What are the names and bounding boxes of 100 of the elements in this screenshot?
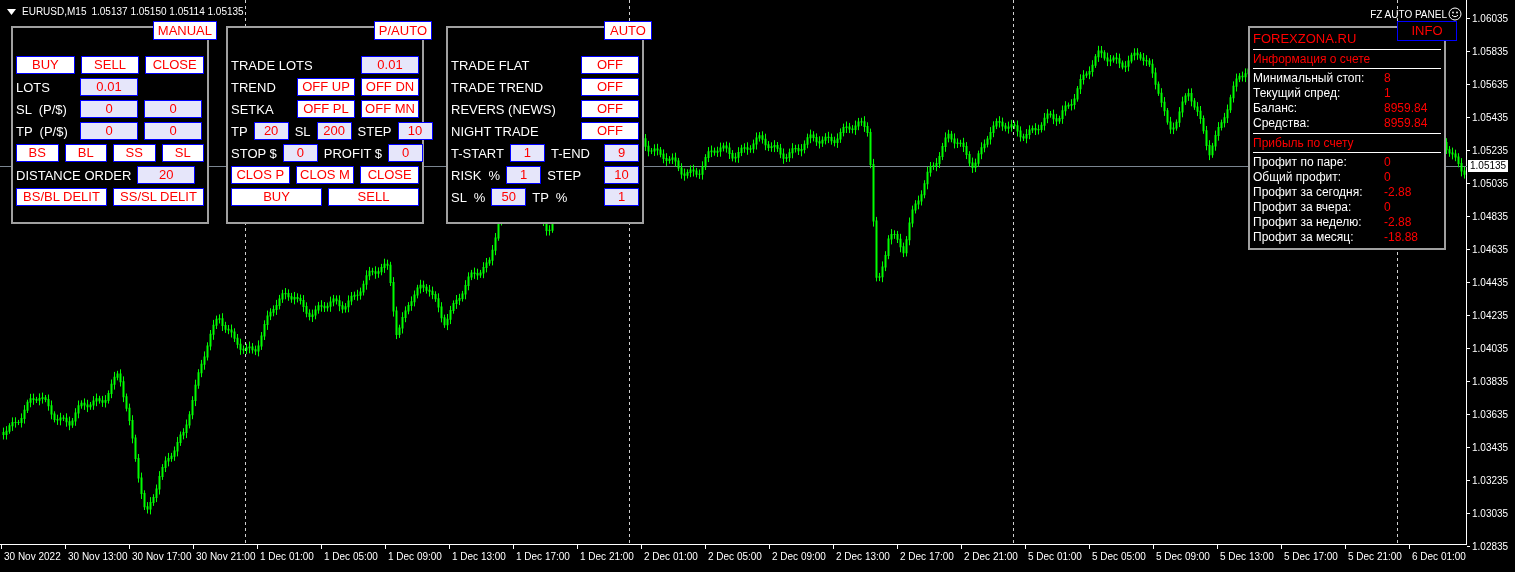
info-value: 0 <box>1384 170 1391 185</box>
symbol-label: EURUSD,M15 <box>22 6 87 17</box>
field-label: REVERS (NEWS) <box>451 101 557 117</box>
time-label: 6 Dec 01:00 <box>1412 551 1466 562</box>
panel-button[interactable]: SELL <box>80 56 140 74</box>
panel-button[interactable]: OFF <box>581 78 639 96</box>
time-label: 30 Nov 13:00 <box>68 551 128 562</box>
panel-button[interactable]: OFF MN <box>361 100 419 118</box>
info-label: Профит за неделю: <box>1253 215 1363 230</box>
input-field[interactable]: 20 <box>137 166 196 184</box>
price-label: 1.03435 <box>1472 441 1509 453</box>
section-heading: Прибыль по счету <box>1253 136 1355 150</box>
info-label: Профит по паре: <box>1253 155 1348 170</box>
panel-button[interactable]: BUY <box>16 56 75 74</box>
time-label: 5 Dec 09:00 <box>1156 551 1210 562</box>
price-label: 1.03035 <box>1472 507 1509 519</box>
panel-button[interactable]: OFF <box>581 56 639 74</box>
panel-button[interactable]: CLOS P <box>231 166 290 184</box>
info-label: Текущий спред: <box>1253 86 1342 101</box>
panel-button[interactable]: CLOSE <box>145 56 204 74</box>
time-label: 1 Dec 17:00 <box>516 551 570 562</box>
panel-button[interactable]: OFF PL <box>297 100 355 118</box>
info-value: 0 <box>1384 200 1391 215</box>
price-label: 1.02835 <box>1472 540 1509 552</box>
info-tab[interactable]: INFO <box>1397 21 1457 41</box>
time-label: 30 Nov 2022 <box>4 551 61 562</box>
panel-name: FZ AUTO PANEL <box>1370 8 1447 20</box>
input-field[interactable]: 10 <box>397 122 433 140</box>
price-label: 1.04835 <box>1472 210 1509 222</box>
panel-button[interactable]: CLOS M <box>295 166 355 184</box>
input-field[interactable]: 10 <box>604 166 639 184</box>
price-label: 1.03835 <box>1472 375 1509 387</box>
panel-button[interactable]: OFF <box>581 100 639 118</box>
panel-button[interactable]: BUY <box>231 188 322 206</box>
time-label: 30 Nov 21:00 <box>196 551 256 562</box>
dropdown-arrow-icon[interactable] <box>7 8 16 15</box>
panel-button[interactable]: BL <box>64 144 107 162</box>
time-label: 2 Dec 05:00 <box>708 551 762 562</box>
price-label: 1.05635 <box>1472 78 1509 90</box>
price-label: 1.04435 <box>1472 276 1509 288</box>
price-label: 1.03635 <box>1472 408 1509 420</box>
field-label: TP (P/$) <box>16 123 69 139</box>
info-value: 1 <box>1384 86 1391 101</box>
panel-tab[interactable]: AUTO <box>604 21 652 40</box>
info-value: -18.88 <box>1384 230 1419 245</box>
price-label: 1.05235 <box>1472 144 1509 156</box>
field-label: STOP $ <box>231 145 277 161</box>
input-field[interactable]: 9 <box>604 144 639 162</box>
time-label: 5 Dec 05:00 <box>1092 551 1146 562</box>
section-heading: Информация о счете <box>1253 52 1372 66</box>
panel-button[interactable]: OFF DN <box>361 78 419 96</box>
smiley-icon <box>1448 7 1462 21</box>
panel-button[interactable]: OFF UP <box>297 78 355 96</box>
panel-button[interactable]: SS/SL DELIT <box>113 188 204 206</box>
panel-button[interactable]: OFF <box>581 122 639 140</box>
panel-button[interactable]: BS <box>16 144 59 162</box>
site-title: FOREXZONA.RU <box>1253 31 1358 47</box>
panel-button[interactable]: BS/BL DELIT <box>16 188 107 206</box>
time-label: 2 Dec 09:00 <box>772 551 826 562</box>
input-field[interactable]: 0 <box>80 122 138 140</box>
input-field[interactable]: 200 <box>316 122 352 140</box>
field-label: LOTS <box>16 79 51 95</box>
price-label: 1.03235 <box>1472 474 1509 486</box>
panel-button[interactable]: SELL <box>328 188 419 206</box>
input-field[interactable]: 0.01 <box>361 56 419 74</box>
input-field[interactable]: 50 <box>491 188 527 206</box>
input-field[interactable]: 20 <box>253 122 289 140</box>
field-label: STEP <box>357 123 392 139</box>
time-label: 2 Dec 21:00 <box>964 551 1018 562</box>
field-label: TP % <box>532 189 568 205</box>
price-label: 1.04035 <box>1472 342 1509 354</box>
quotes-label: 1.05137 1.05150 1.05114 1.05135 <box>91 6 244 17</box>
input-field[interactable]: 0 <box>388 144 424 162</box>
input-field[interactable]: 1 <box>604 188 639 206</box>
input-field[interactable]: 0 <box>144 100 202 118</box>
input-field[interactable]: 1 <box>506 166 542 184</box>
time-label: 30 Nov 17:00 <box>132 551 192 562</box>
time-label: 2 Dec 01:00 <box>644 551 698 562</box>
input-field[interactable]: 0.01 <box>80 78 138 96</box>
price-label: 1.05435 <box>1472 111 1509 123</box>
time-label: 5 Dec 21:00 <box>1348 551 1402 562</box>
input-field[interactable]: 0 <box>144 122 202 140</box>
panel-tab[interactable]: P/AUTO <box>373 21 432 40</box>
field-label: TP <box>231 123 248 139</box>
panel-button[interactable]: SL <box>161 144 204 162</box>
info-label: Общий профит: <box>1253 170 1343 185</box>
panel-button[interactable]: SS <box>113 144 156 162</box>
input-field[interactable]: 0 <box>282 144 318 162</box>
time-label: 2 Dec 17:00 <box>900 551 954 562</box>
field-label: T-END <box>550 145 590 161</box>
panel-button[interactable]: CLOSE <box>360 166 419 184</box>
price-label: 1.06035 <box>1472 12 1509 24</box>
time-label: 5 Dec 17:00 <box>1284 551 1338 562</box>
info-value: 8959.84 <box>1384 101 1428 116</box>
input-field[interactable]: 0 <box>80 100 138 118</box>
input-field[interactable]: 1 <box>509 144 545 162</box>
field-label: SL % <box>451 189 486 205</box>
panel-tab[interactable]: MANUAL <box>152 21 217 40</box>
info-label: Профит за вчера: <box>1253 200 1353 215</box>
time-label: 1 Dec 09:00 <box>388 551 442 562</box>
